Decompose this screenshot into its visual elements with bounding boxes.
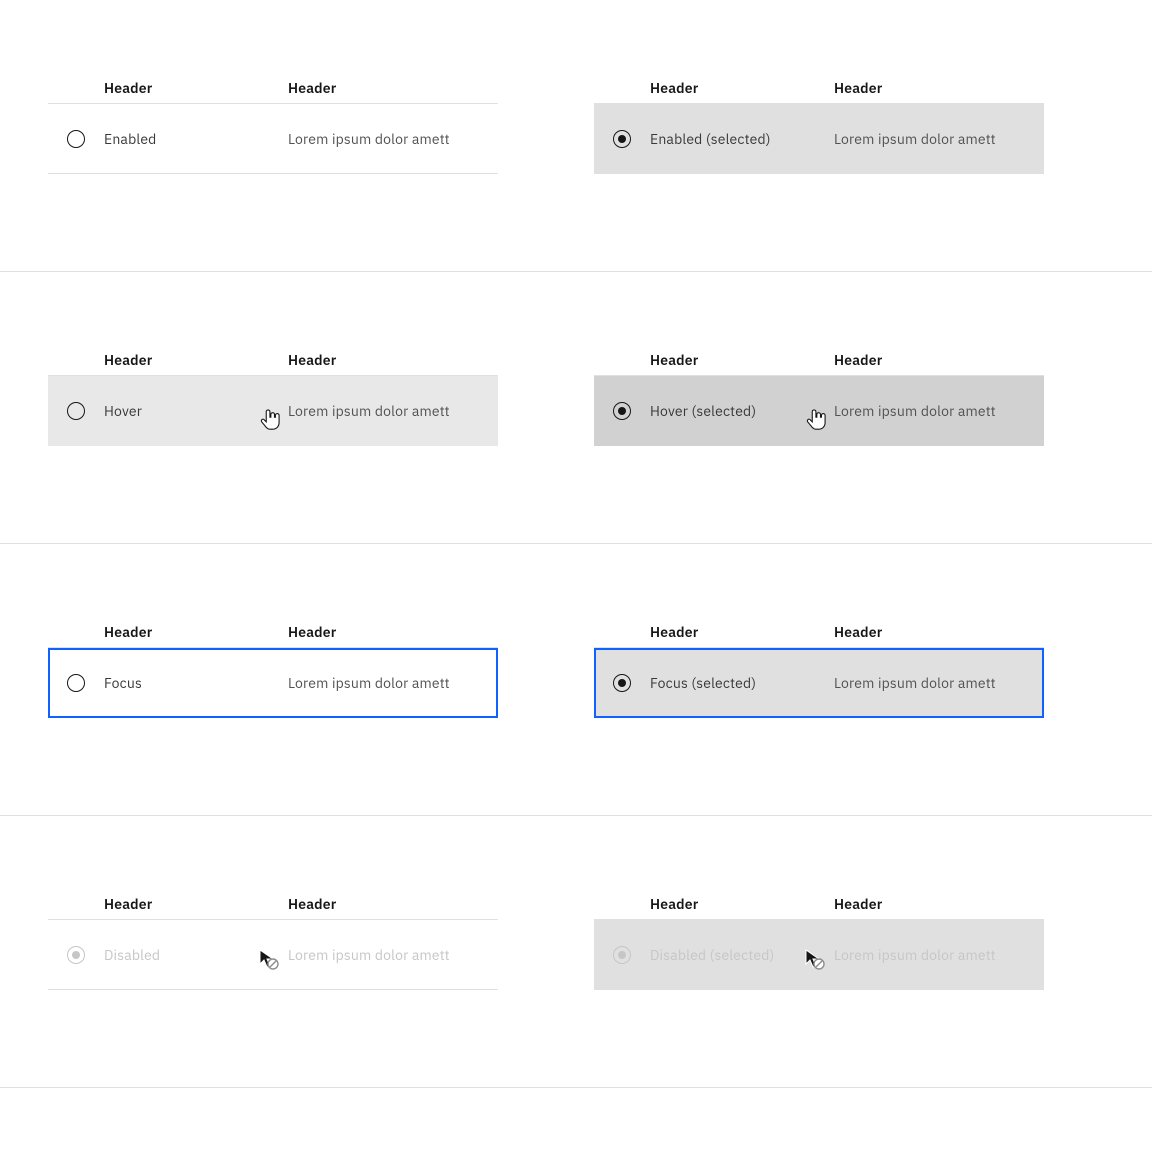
row-description: Lorem ipsum dolor amett	[288, 402, 498, 420]
row-description: Lorem ipsum dolor amett	[288, 946, 498, 964]
column-header-1: Header	[650, 895, 834, 913]
table-row-disabled: Disabled Lorem ipsum dolor amett	[48, 920, 498, 990]
column-header-2: Header	[288, 623, 498, 641]
radio-disabled-checked-icon	[613, 946, 631, 964]
radio-checked-icon[interactable]	[613, 402, 631, 420]
table-row-hover-selected[interactable]: Hover (selected) Lorem ipsum dolor amett	[594, 376, 1044, 446]
table-row-hover[interactable]: Hover Lorem ipsum dolor amett	[48, 376, 498, 446]
table-hover: Header Header Hover Lorem ipsum dolor am…	[48, 344, 498, 446]
column-header-1: Header	[104, 623, 288, 641]
table-enabled-selected: Header Header Enabled (selected) Lorem i…	[594, 72, 1044, 174]
row-state-label: Hover (selected)	[650, 402, 834, 420]
table-row-enabled-selected[interactable]: Enabled (selected) Lorem ipsum dolor ame…	[594, 104, 1044, 174]
row-state-label: Enabled	[104, 130, 288, 148]
row-state-label: Disabled	[104, 946, 288, 964]
table-header-row: Header Header	[594, 888, 1044, 920]
table-header-row: Header Header	[48, 616, 498, 648]
row-state-label: Focus	[104, 674, 288, 692]
radio-unchecked-icon[interactable]	[67, 402, 85, 420]
radio-checked-icon[interactable]	[613, 130, 631, 148]
table-focus-selected: Header Header Focus (selected) Lorem ips…	[594, 616, 1044, 718]
column-header-2: Header	[288, 351, 498, 369]
table-enabled: Header Header Enabled Lorem ipsum dolor …	[48, 72, 498, 174]
row-state-label: Disabled (selected)	[650, 946, 834, 964]
row-description: Lorem ipsum dolor amett	[288, 130, 498, 148]
column-header-2: Header	[288, 895, 498, 913]
radio-disabled-checked-icon	[67, 946, 85, 964]
column-header-1: Header	[104, 351, 288, 369]
table-row-disabled-selected: Disabled (selected) Lorem ipsum dolor am…	[594, 920, 1044, 990]
table-focus: Header Header Focus Lorem ipsum dolor am…	[48, 616, 498, 718]
column-header-2: Header	[834, 351, 1044, 369]
row-state-label: Enabled (selected)	[650, 130, 834, 148]
column-header-2: Header	[834, 79, 1044, 97]
column-header-1: Header	[650, 623, 834, 641]
table-hover-selected: Header Header Hover (selected) Lorem ips…	[594, 344, 1044, 446]
row-description: Lorem ipsum dolor amett	[834, 130, 1044, 148]
table-disabled: Header Header Disabled Lorem ipsum dolor…	[48, 888, 498, 990]
table-disabled-selected: Header Header Disabled (selected) Lorem …	[594, 888, 1044, 990]
row-description: Lorem ipsum dolor amett	[834, 402, 1044, 420]
column-header-1: Header	[650, 351, 834, 369]
section-disabled: Header Header Disabled Lorem ipsum dolor…	[0, 816, 1152, 1088]
section-hover: Header Header Hover Lorem ipsum dolor am…	[0, 272, 1152, 544]
table-header-row: Header Header	[48, 72, 498, 104]
column-header-1: Header	[104, 895, 288, 913]
table-row-enabled[interactable]: Enabled Lorem ipsum dolor amett	[48, 104, 498, 174]
radio-unchecked-icon[interactable]	[67, 130, 85, 148]
section-enabled: Header Header Enabled Lorem ipsum dolor …	[0, 0, 1152, 272]
table-header-row: Header Header	[594, 344, 1044, 376]
table-header-row: Header Header	[594, 72, 1044, 104]
column-header-1: Header	[650, 79, 834, 97]
table-header-row: Header Header	[48, 344, 498, 376]
section-focus: Header Header Focus Lorem ipsum dolor am…	[0, 544, 1152, 816]
radio-unchecked-icon[interactable]	[67, 674, 85, 692]
table-header-row: Header Header	[48, 888, 498, 920]
column-header-2: Header	[834, 895, 1044, 913]
row-state-label: Focus (selected)	[650, 674, 834, 692]
column-header-2: Header	[288, 79, 498, 97]
table-header-row: Header Header	[594, 616, 1044, 648]
row-description: Lorem ipsum dolor amett	[834, 674, 1044, 692]
table-row-focus[interactable]: Focus Lorem ipsum dolor amett	[48, 648, 498, 718]
row-description: Lorem ipsum dolor amett	[288, 674, 498, 692]
column-header-1: Header	[104, 79, 288, 97]
row-state-label: Hover	[104, 402, 288, 420]
radio-checked-icon[interactable]	[613, 674, 631, 692]
column-header-2: Header	[834, 623, 1044, 641]
row-description: Lorem ipsum dolor amett	[834, 946, 1044, 964]
table-row-focus-selected[interactable]: Focus (selected) Lorem ipsum dolor amett	[594, 648, 1044, 718]
